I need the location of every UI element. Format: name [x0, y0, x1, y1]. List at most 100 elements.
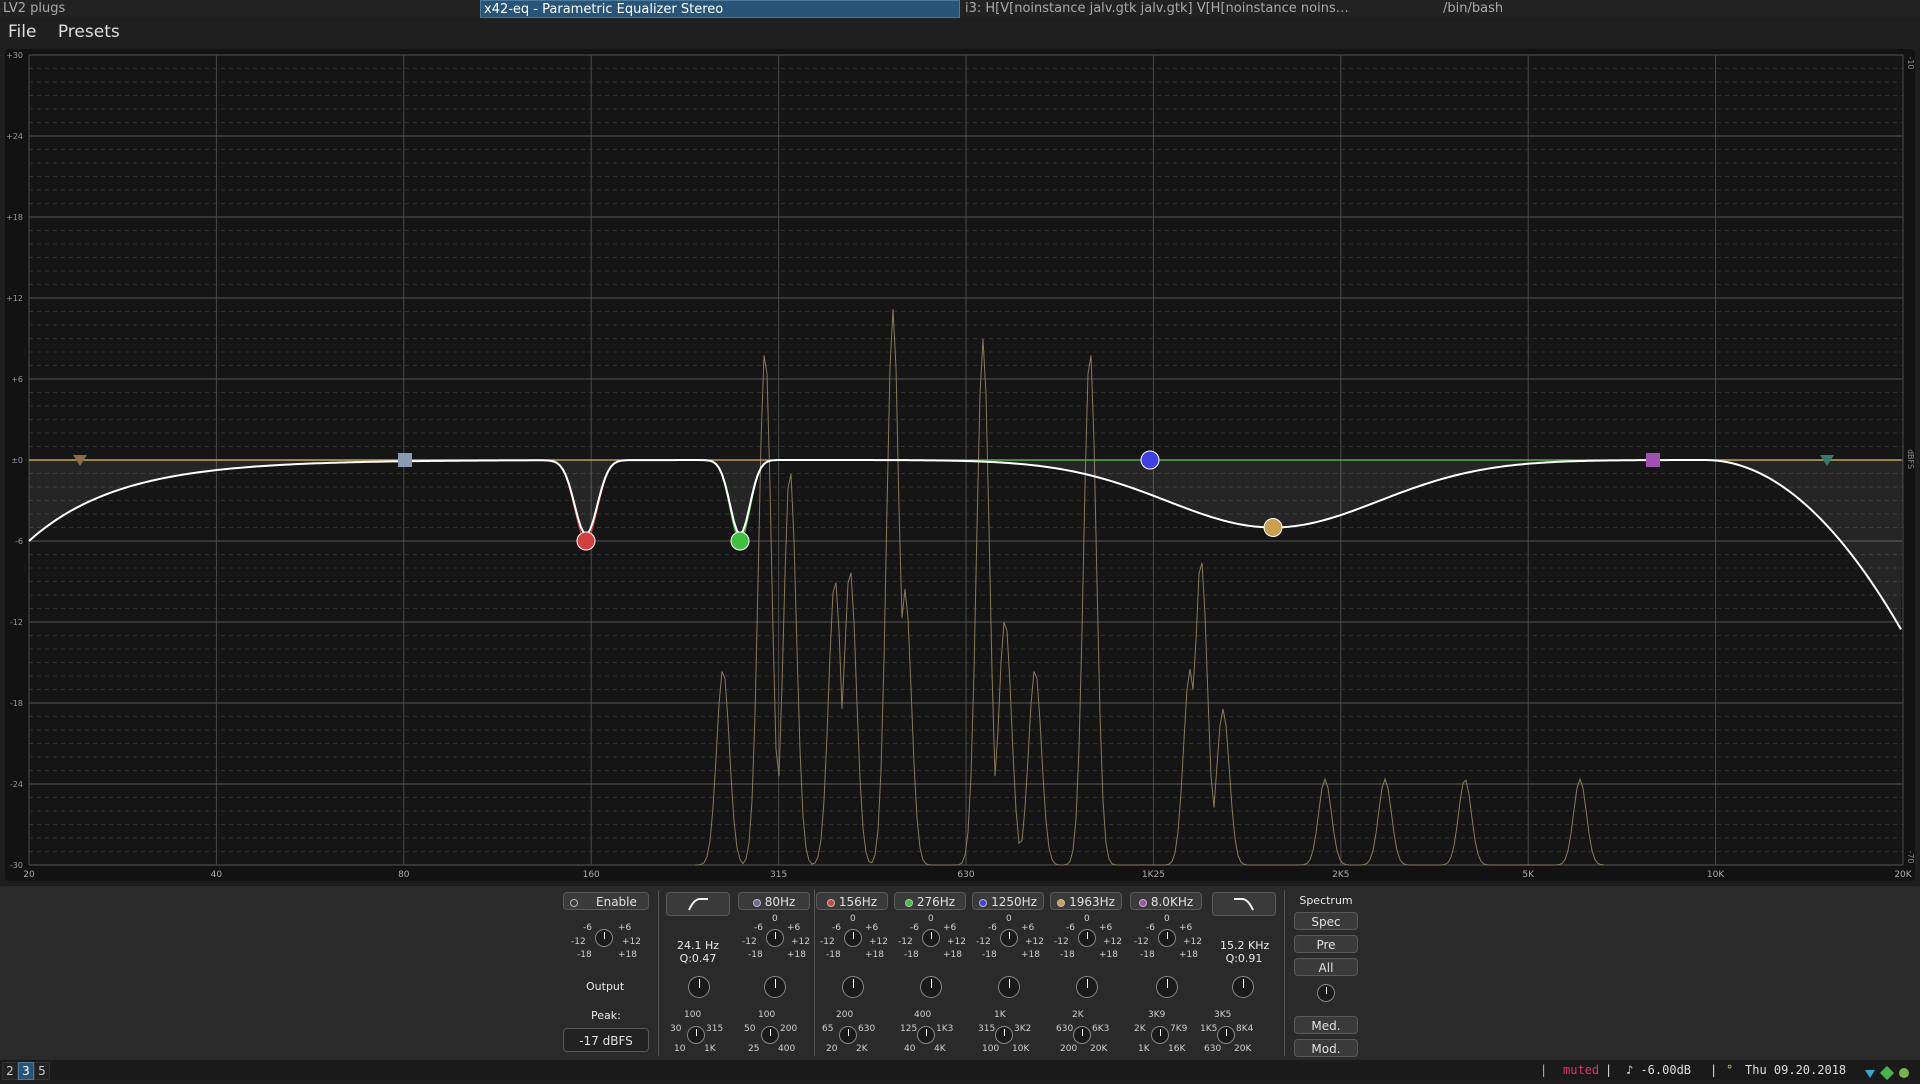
gain-p6-label: +6	[865, 923, 879, 933]
band-toggle-2[interactable]: 276Hz	[894, 892, 966, 910]
band-gain-knob[interactable]	[766, 929, 784, 947]
tray-icons[interactable]	[1865, 1064, 1917, 1081]
gain-m18-label: -18	[748, 950, 763, 960]
spectrum-title: Spectrum	[1299, 894, 1353, 907]
lowpass-toggle[interactable]	[1212, 892, 1276, 916]
gain-m6-label: -6	[832, 923, 841, 933]
band-frequency-label: 80Hz	[764, 895, 796, 909]
band-frequency-label: 276Hz	[916, 895, 956, 909]
spectrum-mod-select[interactable]: Mod.	[1294, 1039, 1358, 1057]
gain-tick-label: +12	[6, 294, 23, 303]
freq-scale-min: 100	[982, 1044, 1000, 1054]
band-8khz-handle[interactable]	[1646, 453, 1660, 467]
band-toggle-0[interactable]: 80Hz	[738, 892, 810, 910]
date-status: Thu 09.20.2018	[1745, 1063, 1847, 1077]
band-frequency-knob[interactable]	[687, 1026, 705, 1044]
freq-scale-center: 3K5	[1214, 1010, 1232, 1020]
menu-file[interactable]: File	[8, 22, 36, 42]
spectrum-pre-select[interactable]: Pre	[1294, 935, 1358, 953]
band-frequency-knob[interactable]	[1151, 1026, 1169, 1044]
lowpass-icon	[1234, 898, 1254, 911]
tab-bash[interactable]: /bin/bash	[1440, 0, 1920, 18]
band-gain-knob[interactable]	[1158, 929, 1176, 947]
workspace-2[interactable]: 2	[2, 1062, 18, 1080]
band-frequency-label: 1963Hz	[1069, 895, 1115, 909]
freq-scale-max: 20K	[1090, 1044, 1108, 1054]
peak-readout[interactable]: -17 dBFS	[563, 1028, 649, 1052]
band-toggle-3[interactable]: 1250Hz	[972, 892, 1044, 910]
tab-x42-eq[interactable]: x42-eq - Parametric Equalizer Stereo	[480, 0, 960, 18]
spectrum-spec-select[interactable]: Spec	[1294, 912, 1358, 930]
gain-p18-label: +18	[1179, 950, 1198, 960]
spectrum-range-knob[interactable]	[1317, 984, 1335, 1002]
output-label: Output	[586, 980, 625, 993]
eq-response-graph[interactable]: +30 +24 +18 +12 +6 ±0 -6 -12 -18 -24 -30 20 40 80 160…	[5, 49, 1915, 881]
gain-tick-label: -30	[10, 861, 23, 870]
gain-tick-label: -24	[10, 780, 23, 789]
dbfs-top-label: -10	[1906, 56, 1915, 69]
window-titlebar: LV2 plugs x42-eq - Parametric Equalizer …	[0, 0, 1920, 18]
band-frequency-knob[interactable]	[1073, 1026, 1091, 1044]
enable-button[interactable]: Enable	[563, 892, 649, 910]
freq-scale-max: 2K	[856, 1044, 868, 1054]
freq-scale-center: 1K	[994, 1010, 1006, 1020]
output-gain-knob[interactable]	[595, 929, 613, 947]
band-bandwidth-knob[interactable]	[920, 976, 942, 998]
freq-scale-max: 400	[778, 1044, 796, 1054]
band-bandwidth-knob[interactable]	[1156, 976, 1178, 998]
tab-lv2-plugs[interactable]: LV2 plugs	[0, 0, 483, 18]
band-toggle-5[interactable]: 8.0KHz	[1130, 892, 1202, 910]
frequency-tick-label: 5K	[1522, 870, 1535, 880]
freq-scale-left: 1K5	[1200, 1024, 1218, 1034]
freq-scale-right: 315	[706, 1024, 724, 1034]
band-gain-knob[interactable]	[844, 929, 862, 947]
freq-scale-right: 630	[858, 1024, 876, 1034]
freq-scale-left: 630	[1056, 1024, 1074, 1034]
workspace-3[interactable]: 3	[18, 1062, 34, 1080]
band-led-icon	[752, 898, 761, 907]
freq-scale-center: 3K9	[1148, 1010, 1166, 1020]
band-toggle-4[interactable]: 1963Hz	[1050, 892, 1122, 910]
band-bandwidth-knob[interactable]	[1076, 976, 1098, 998]
gain-p12-label: +12	[947, 937, 966, 947]
band-1963hz-handle[interactable]	[1263, 518, 1283, 537]
peak-label: Peak:	[591, 1009, 621, 1022]
band-bandwidth-knob[interactable]	[764, 976, 786, 998]
frequency-tick-label: 1K25	[1142, 870, 1165, 880]
band-1250hz-handle[interactable]	[1140, 450, 1160, 470]
frequency-tick-label: 2K5	[1332, 870, 1349, 880]
band-gain-knob[interactable]	[1000, 929, 1018, 947]
lowpass-resonance-knob[interactable]	[1232, 976, 1254, 998]
frequency-tick-label: 630	[957, 870, 974, 880]
frequency-tick-label: 10K	[1707, 870, 1725, 880]
band-gain-knob[interactable]	[1078, 929, 1096, 947]
highpass-resonance-knob[interactable]	[688, 976, 710, 998]
band-156hz-handle[interactable]	[576, 531, 596, 551]
band-toggle-1[interactable]: 156Hz	[816, 892, 888, 910]
workspace-5[interactable]: 5	[34, 1062, 50, 1080]
band-frequency-knob[interactable]	[839, 1026, 857, 1044]
band-frequency-knob[interactable]	[761, 1026, 779, 1044]
gain-m18-label: -18	[982, 950, 997, 960]
gain-m6-label: -6	[1146, 923, 1155, 933]
spectrum-med-select[interactable]: Med.	[1294, 1016, 1358, 1034]
gain-tick-label: ±0	[11, 456, 23, 465]
freq-scale-right: 1K3	[936, 1024, 954, 1034]
tab-i3-container[interactable]: i3: H[V[noinstance jalv.gtk jalv.gtk] V[…	[962, 0, 1445, 18]
status-bar: 2 3 5 | muted | ♪ -6.00dB | ° Thu 09.20.…	[0, 1060, 1920, 1081]
menu-presets[interactable]: Presets	[58, 22, 120, 42]
band-80hz-handle[interactable]	[398, 453, 412, 467]
gain-p18-label: +18	[943, 950, 962, 960]
band-gain-knob[interactable]	[922, 929, 940, 947]
freq-scale-center: 100	[758, 1010, 776, 1020]
band-frequency-knob[interactable]	[1217, 1026, 1235, 1044]
gain-p18-label: +18	[787, 950, 806, 960]
highpass-toggle[interactable]	[666, 892, 730, 916]
band-bandwidth-knob[interactable]	[998, 976, 1020, 998]
band-bandwidth-knob[interactable]	[842, 976, 864, 998]
spectrum-all-select[interactable]: All	[1294, 958, 1358, 976]
gain-m6-label: -6	[754, 923, 763, 933]
band-frequency-knob[interactable]	[917, 1026, 935, 1044]
band-276hz-handle[interactable]	[730, 531, 750, 551]
band-frequency-knob[interactable]	[995, 1026, 1013, 1044]
